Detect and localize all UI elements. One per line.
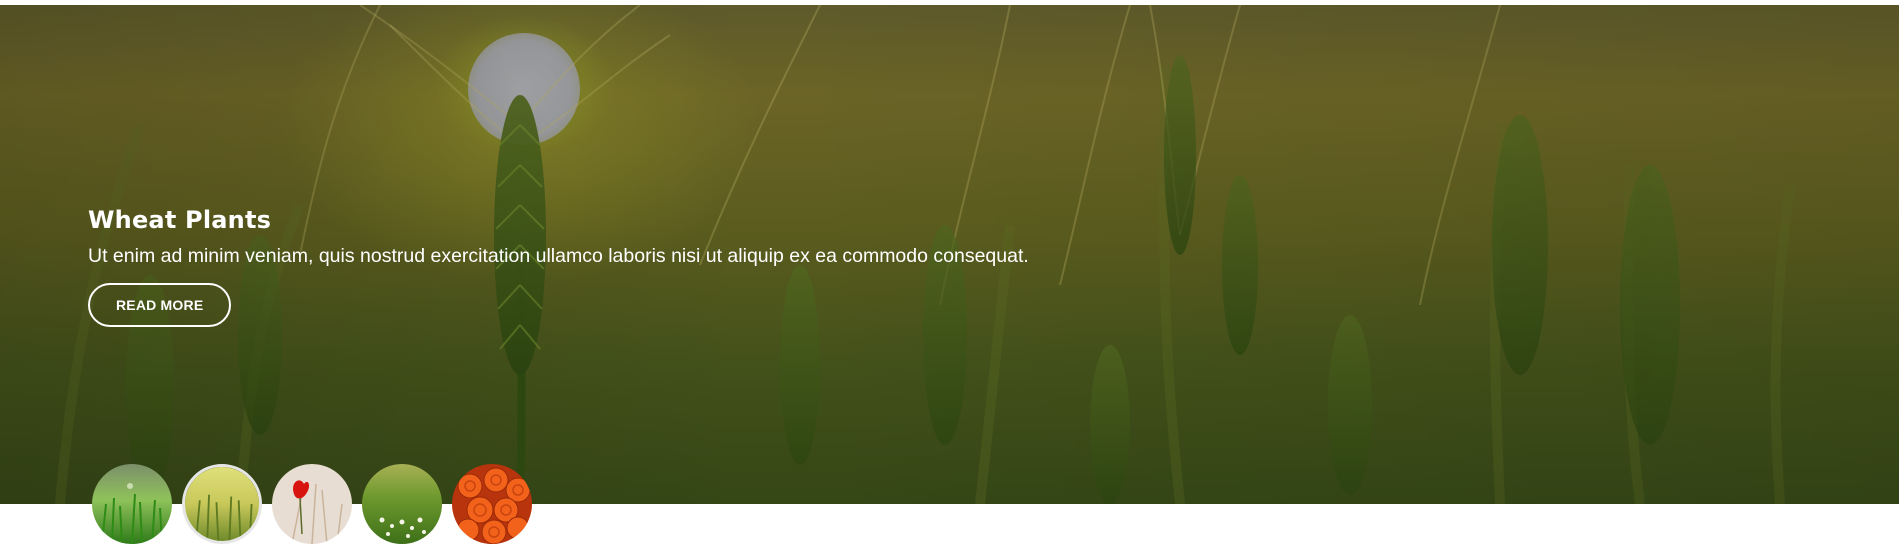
wheat-thumbnail-icon: [185, 467, 259, 541]
read-more-button[interactable]: READ MORE: [88, 283, 232, 327]
grass-thumbnail-icon: [92, 464, 172, 544]
slide-caption: Wheat Plants Ut enim ad minim veniam, qu…: [88, 205, 1029, 327]
thumbnail-poppy[interactable]: [272, 464, 352, 544]
thumbnail-wheat[interactable]: [182, 464, 262, 544]
page: Wheat Plants Ut enim ad minim veniam, qu…: [0, 0, 1904, 554]
roses-thumbnail-icon: [452, 464, 532, 544]
meadow-thumbnail-icon: [362, 464, 442, 544]
thumbnail-meadow[interactable]: [362, 464, 442, 544]
thumbnail-grass[interactable]: [92, 464, 172, 544]
slide-description: Ut enim ad minim veniam, quis nostrud ex…: [88, 245, 1029, 267]
slide-title: Wheat Plants: [88, 206, 272, 234]
poppy-thumbnail-icon: [272, 464, 352, 544]
thumbnail-roses[interactable]: [452, 464, 532, 544]
hero-slider[interactable]: Wheat Plants Ut enim ad minim veniam, qu…: [0, 5, 1899, 504]
